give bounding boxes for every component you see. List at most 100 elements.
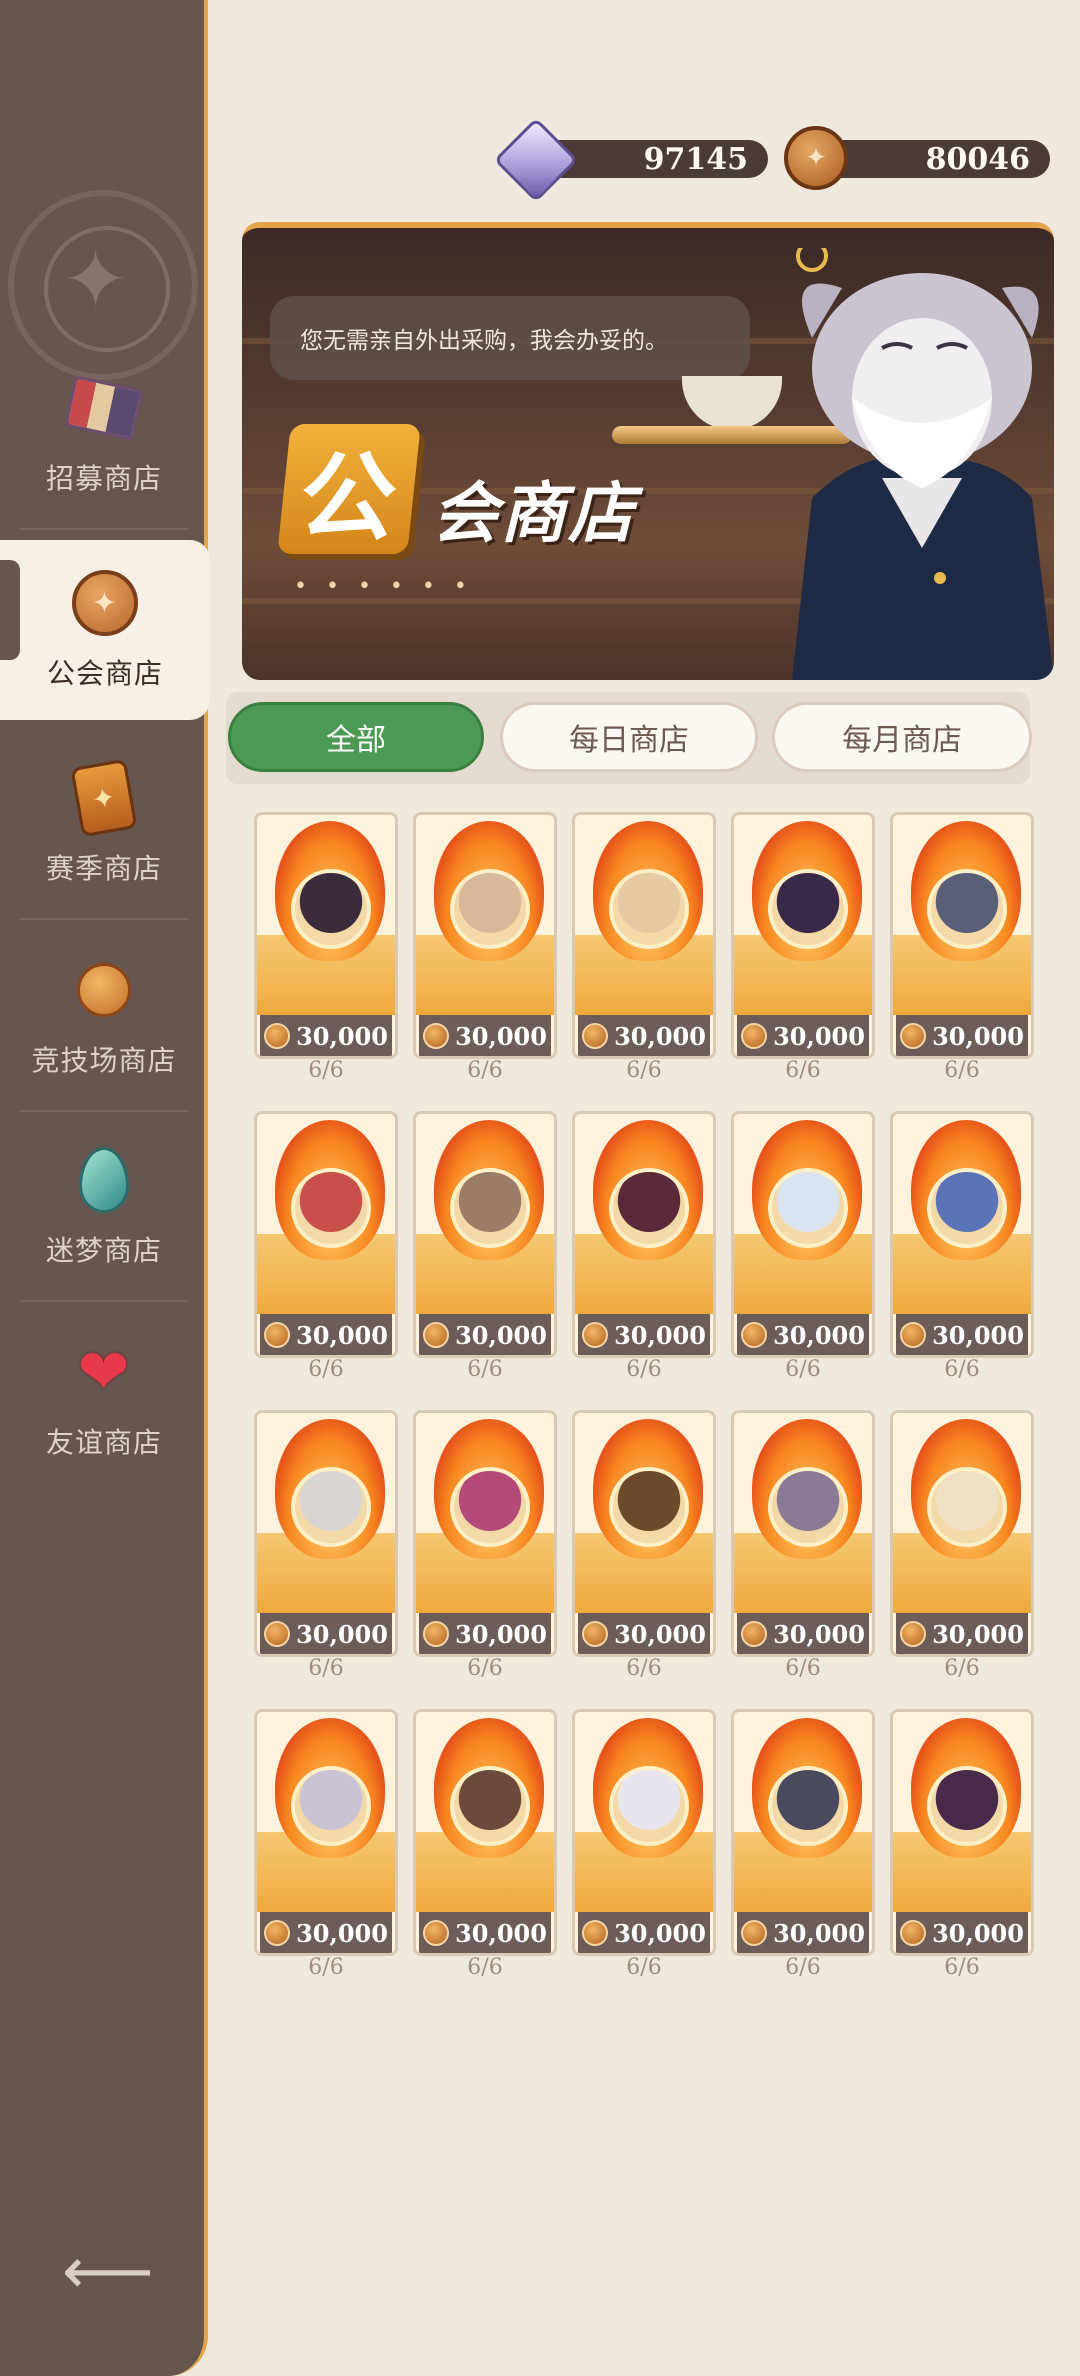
item-card-frame: 30,000 — [254, 1709, 398, 1956]
item-stock: 6/6 — [785, 1955, 821, 1980]
item-price: 30,000 — [296, 1021, 388, 1051]
guild-coin-icon — [264, 1023, 291, 1049]
hero-portrait — [927, 1168, 1007, 1248]
item-stock: 6/6 — [944, 1357, 980, 1382]
guild-coin-icon — [264, 1322, 291, 1348]
item-price-bar: 30,000 — [737, 1912, 869, 1953]
guild-coin-icon — [423, 1322, 450, 1348]
shop-item-card[interactable]: 30,000 6/6 — [413, 1111, 557, 1382]
item-stock: 6/6 — [626, 1357, 662, 1382]
guild-emblem-icon: ✦ — [70, 568, 140, 638]
sidebar-item-recruit-wrap: 招募商店 — [0, 340, 208, 530]
item-stock: 6/6 — [626, 1955, 662, 1980]
item-price: 30,000 — [932, 1021, 1024, 1051]
hero-portrait — [291, 1168, 371, 1248]
npc-speech-text: 您无需亲自外出采购，我会办妥的。 — [300, 328, 668, 354]
item-price: 30,000 — [296, 1918, 388, 1948]
guild-coin-icon — [741, 1322, 768, 1348]
shop-item-card[interactable]: 30,000 6/6 — [413, 812, 557, 1083]
item-price: 30,000 — [455, 1320, 547, 1350]
hero-portrait — [450, 1168, 530, 1248]
sidebar-item-label: 迷梦商店 — [45, 1234, 162, 1267]
shop-item-card[interactable]: 30,000 6/6 — [254, 1410, 398, 1681]
shop-item-card[interactable]: 30,000 6/6 — [890, 1111, 1034, 1382]
diamond-amount: 97145 — [643, 141, 748, 177]
item-card-frame: 30,000 — [731, 1111, 875, 1358]
item-card-frame: 30,000 — [890, 1709, 1034, 1956]
item-stock: 6/6 — [308, 1955, 344, 1980]
item-price: 30,000 — [773, 1320, 865, 1350]
item-stock: 6/6 — [944, 1058, 980, 1083]
item-price-bar: 30,000 — [260, 1912, 392, 1953]
guild-coin-icon — [900, 1023, 927, 1049]
sidebar-item-season-shop[interactable]: ✦ 赛季商店 — [0, 730, 208, 920]
guild-coin-icon: ✦ — [784, 126, 848, 190]
guild-shop-banner: 您无需亲自外出采购，我会办妥的。 公 会商店 • • • • • • — [242, 222, 1054, 680]
shop-item-card[interactable]: 30,000 6/6 — [254, 1709, 398, 1980]
shop-item-card[interactable]: 30,000 6/6 — [890, 812, 1034, 1083]
back-arrow-icon[interactable]: ⟵ — [62, 2240, 154, 2304]
item-price: 30,000 — [455, 1918, 547, 1948]
npc-speech-bubble: 您无需亲自外出采购，我会办妥的。 — [270, 296, 750, 380]
item-card-frame: 30,000 — [413, 1111, 557, 1358]
hero-portrait — [609, 1766, 689, 1846]
item-price: 30,000 — [455, 1619, 547, 1649]
item-stock: 6/6 — [467, 1955, 503, 1980]
hero-portrait — [609, 1467, 689, 1547]
guild-coin-icon — [264, 1621, 291, 1647]
title-dots: • • • • • • — [294, 574, 473, 599]
shop-item-card[interactable]: 30,000 6/6 — [254, 812, 398, 1083]
shop-item-card[interactable]: 30,000 6/6 — [254, 1111, 398, 1382]
item-card-frame: 30,000 — [254, 812, 398, 1059]
item-price-bar: 30,000 — [419, 1015, 551, 1056]
sidebar-item-guild-shop[interactable]: ✦ 公会商店 — [0, 540, 210, 720]
guild-coin-icon — [582, 1621, 609, 1647]
sidebar-item-arena-shop[interactable]: 竞技场商店 — [0, 922, 208, 1112]
item-stock: 6/6 — [308, 1656, 344, 1681]
item-card-frame: 30,000 — [890, 1111, 1034, 1358]
item-price-bar: 30,000 — [578, 1015, 710, 1056]
hero-portrait — [291, 1467, 371, 1547]
guild-coin-icon — [264, 1920, 291, 1946]
item-stock: 6/6 — [944, 1656, 980, 1681]
shop-item-card[interactable]: 30,000 6/6 — [572, 812, 716, 1083]
hero-portrait — [927, 1766, 1007, 1846]
shop-item-card[interactable]: 30,000 6/6 — [572, 1111, 716, 1382]
sidebar-item-friendship-shop[interactable]: ❤ 友谊商店 — [0, 1304, 208, 1494]
item-card-frame: 30,000 — [572, 812, 716, 1059]
shop-item-card[interactable]: 30,000 6/6 — [731, 812, 875, 1083]
item-price-bar: 30,000 — [578, 1314, 710, 1355]
shop-item-card[interactable]: 30,000 6/6 — [572, 1410, 716, 1681]
item-stock: 6/6 — [467, 1656, 503, 1681]
shop-item-card[interactable]: 30,000 6/6 — [413, 1709, 557, 1980]
shop-item-card[interactable]: 30,000 6/6 — [890, 1410, 1034, 1681]
shop-item-card[interactable]: 30,000 6/6 — [572, 1709, 716, 1980]
item-price: 30,000 — [296, 1619, 388, 1649]
compass-star-icon: ✦ — [62, 233, 130, 326]
item-price: 30,000 — [614, 1619, 706, 1649]
item-card-frame: 30,000 — [572, 1410, 716, 1657]
tab-all[interactable]: 全部 — [228, 702, 484, 772]
butler-npc-portrait — [792, 248, 1054, 680]
item-price-bar: 30,000 — [419, 1314, 551, 1355]
guild-coin-icon — [900, 1621, 927, 1647]
shop-item-card[interactable]: 30,000 6/6 — [731, 1111, 875, 1382]
shop-item-card[interactable]: 30,000 6/6 — [731, 1410, 875, 1681]
tab-daily-shop[interactable]: 每日商店 — [500, 702, 758, 772]
item-card-frame: 30,000 — [413, 812, 557, 1059]
item-stock: 6/6 — [785, 1357, 821, 1382]
hero-portrait — [609, 1168, 689, 1248]
sidebar-item-dream-shop[interactable]: 迷梦商店 — [0, 1112, 208, 1302]
guild-coin-icon — [423, 1023, 450, 1049]
shop-item-card[interactable]: 30,000 6/6 — [413, 1410, 557, 1681]
tab-monthly-shop[interactable]: 每月商店 — [772, 702, 1032, 772]
item-price: 30,000 — [773, 1021, 865, 1051]
shop-item-card[interactable]: 30,000 6/6 — [890, 1709, 1034, 1980]
item-price-bar: 30,000 — [260, 1314, 392, 1355]
item-stock: 6/6 — [626, 1058, 662, 1083]
shop-item-card[interactable]: 30,000 6/6 — [731, 1709, 875, 1980]
item-card-frame: 30,000 — [731, 812, 875, 1059]
item-price: 30,000 — [773, 1918, 865, 1948]
item-price-bar: 30,000 — [578, 1912, 710, 1953]
page-title: 会商店 — [432, 475, 636, 552]
